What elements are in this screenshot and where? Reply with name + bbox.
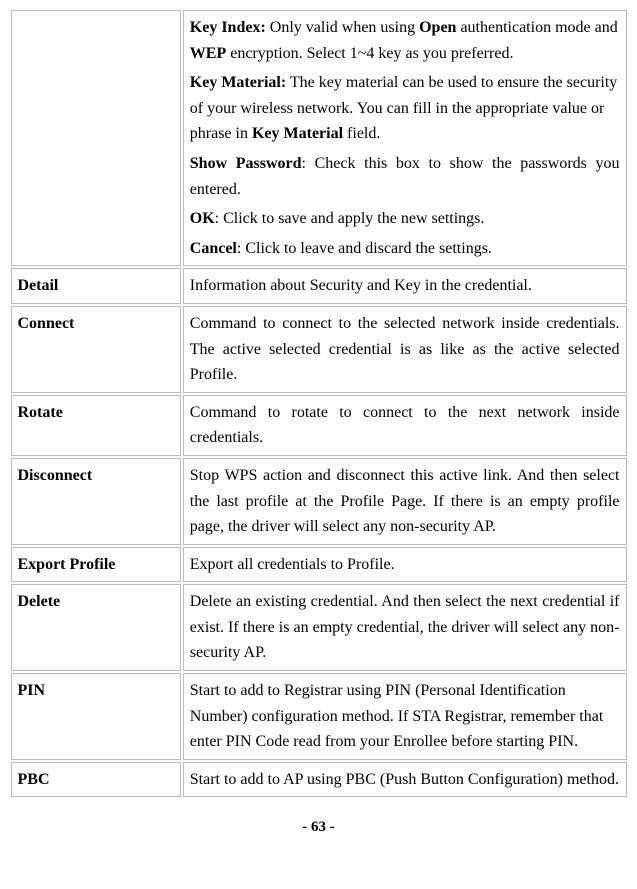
cancel-label: Cancel	[190, 240, 237, 257]
key-material-text2: field.	[343, 125, 380, 142]
show-password-block: Show Password: Check this box to show th…	[190, 151, 620, 202]
desc-rotate: Command to rotate to connect to the next…	[183, 395, 627, 456]
label-rotate: Rotate	[11, 395, 181, 456]
key-index-text3: encryption. Select 1~4 key as you prefer…	[226, 45, 513, 62]
row-rotate: Rotate Command to rotate to connect to t…	[11, 395, 627, 456]
row-delete: Delete Delete an existing credential. An…	[11, 584, 627, 671]
desc-disconnect: Stop WPS action and disconnect this acti…	[183, 458, 627, 545]
key-material-label: Key Material:	[190, 74, 286, 91]
desc-pin: Start to add to Registrar using PIN (Per…	[183, 673, 627, 760]
label-detail: Detail	[11, 268, 181, 304]
show-password-label: Show Password	[190, 155, 302, 172]
row-disconnect: Disconnect Stop WPS action and disconnec…	[11, 458, 627, 545]
row-key-settings: Key Index: Only valid when using Open au…	[11, 10, 627, 266]
row-detail: Detail Information about Security and Ke…	[11, 268, 627, 304]
label-delete: Delete	[11, 584, 181, 671]
ok-block: OK: Click to save and apply the new sett…	[190, 206, 620, 232]
label-export-profile: Export Profile	[11, 547, 181, 583]
cell-empty-left	[11, 10, 181, 266]
row-export-profile: Export Profile Export all credentials to…	[11, 547, 627, 583]
desc-export-profile: Export all credentials to Profile.	[183, 547, 627, 583]
desc-detail: Information about Security and Key in th…	[183, 268, 627, 304]
desc-pbc: Start to add to AP using PBC (Push Butto…	[183, 762, 627, 798]
row-pbc: PBC Start to add to AP using PBC (Push B…	[11, 762, 627, 798]
row-connect: Connect Command to connect to the select…	[11, 306, 627, 393]
cancel-text: : Click to leave and discard the setting…	[237, 240, 492, 257]
key-index-text1: Only valid when using	[266, 19, 419, 36]
label-connect: Connect	[11, 306, 181, 393]
label-pin: PIN	[11, 673, 181, 760]
key-index-open: Open	[419, 19, 456, 36]
page-number: - 63 -	[8, 819, 629, 836]
cancel-block: Cancel: Click to leave and discard the s…	[190, 236, 620, 262]
row-pin: PIN Start to add to Registrar using PIN …	[11, 673, 627, 760]
key-index-wep: WEP	[190, 45, 226, 62]
ok-text: : Click to save and apply the new settin…	[215, 210, 485, 227]
key-index-block: Key Index: Only valid when using Open au…	[190, 15, 620, 66]
label-pbc: PBC	[11, 762, 181, 798]
desc-delete: Delete an existing credential. And then …	[183, 584, 627, 671]
definitions-table: Key Index: Only valid when using Open au…	[9, 8, 629, 799]
cell-key-settings: Key Index: Only valid when using Open au…	[183, 10, 627, 266]
label-disconnect: Disconnect	[11, 458, 181, 545]
key-index-text2: authentication mode and	[456, 19, 617, 36]
key-index-label: Key Index:	[190, 19, 266, 36]
key-material-block: Key Material: The key material can be us…	[190, 70, 620, 147]
ok-label: OK	[190, 210, 215, 227]
desc-connect: Command to connect to the selected netwo…	[183, 306, 627, 393]
key-material-bold: Key Material	[252, 125, 343, 142]
